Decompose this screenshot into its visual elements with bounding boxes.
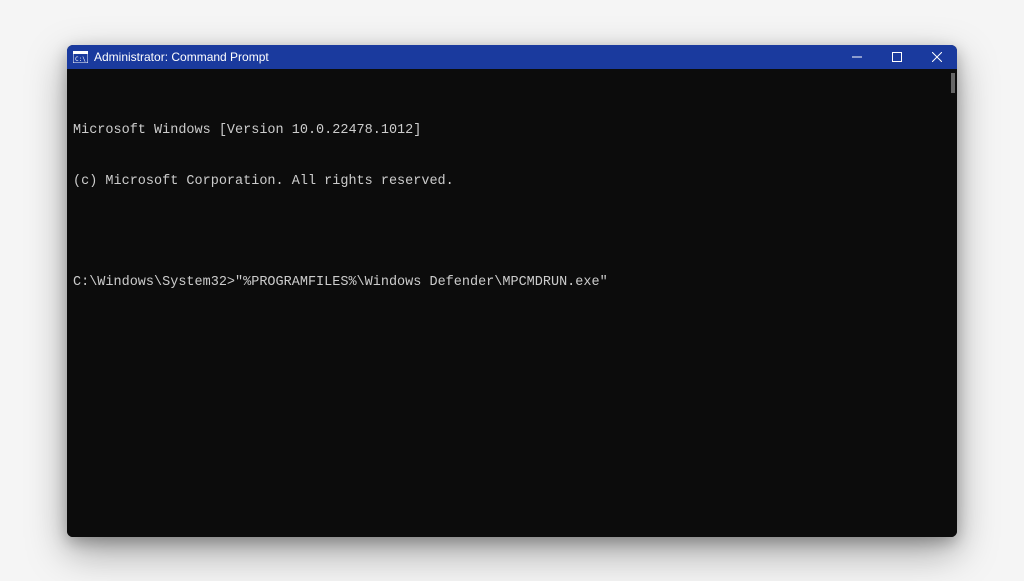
scrollbar-thumb[interactable] bbox=[951, 73, 955, 93]
terminal-body[interactable]: Microsoft Windows [Version 10.0.22478.10… bbox=[67, 69, 957, 537]
window-controls bbox=[837, 45, 957, 69]
maximize-button[interactable] bbox=[877, 45, 917, 69]
terminal-command: "%PROGRAMFILES%\Windows Defender\MPCMDRU… bbox=[235, 275, 608, 292]
terminal-output-line: (c) Microsoft Corporation. All rights re… bbox=[73, 174, 951, 191]
terminal-output-line: Microsoft Windows [Version 10.0.22478.10… bbox=[73, 123, 951, 140]
svg-text:C:\: C:\ bbox=[75, 56, 86, 63]
terminal-blank-line bbox=[73, 224, 951, 241]
minimize-button[interactable] bbox=[837, 45, 877, 69]
close-button[interactable] bbox=[917, 45, 957, 69]
command-prompt-window: C:\ Administrator: Command Prompt bbox=[67, 45, 957, 537]
titlebar[interactable]: C:\ Administrator: Command Prompt bbox=[67, 45, 957, 69]
terminal-prompt-line: C:\Windows\System32>"%PROGRAMFILES%\Wind… bbox=[73, 275, 951, 292]
window-title: Administrator: Command Prompt bbox=[94, 50, 837, 64]
cmd-icon: C:\ bbox=[73, 51, 88, 63]
terminal-prompt: C:\Windows\System32> bbox=[73, 275, 235, 292]
